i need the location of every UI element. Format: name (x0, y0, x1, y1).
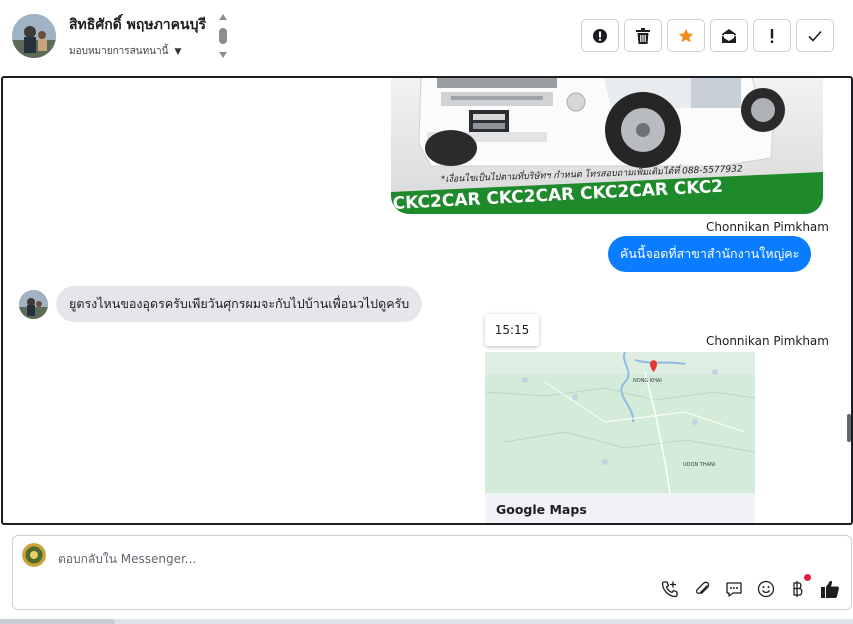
thread-toolbar (581, 19, 834, 52)
star-icon (678, 28, 694, 42)
baht-icon[interactable] (787, 574, 811, 600)
follow-up-button[interactable] (753, 19, 791, 52)
bottom-tab-strip (0, 619, 853, 624)
car-photo-attachment[interactable]: *เงื่อนไขเป็นไปตามที่บริษัทฯ กำหนด โทรสอ… (391, 78, 823, 214)
header-scroll-indicator[interactable] (217, 14, 229, 60)
assign-label: มอบหมายการสนทนานี้ (69, 46, 169, 57)
envelope-icon (721, 28, 737, 43)
location-map-card[interactable]: NONG KHAI UDON THANI Google Maps (485, 352, 755, 523)
mark-done-button[interactable] (796, 19, 834, 52)
scroll-up-icon[interactable] (219, 14, 227, 20)
map-thumbnail: NONG KHAI UDON THANI (485, 352, 755, 493)
trash-icon (636, 27, 650, 44)
emoji-icon[interactable] (755, 578, 777, 600)
map-city-label-2: UDON THANI (683, 462, 715, 468)
caret-down-icon: ▼ (174, 46, 182, 57)
scroll-down-icon[interactable] (219, 52, 227, 58)
outgoing-message-bubble[interactable]: คันนี้จอดที่สาขาสำนักงานใหญ่คะ (608, 236, 812, 272)
contact-avatar[interactable] (12, 14, 56, 58)
star-button[interactable] (667, 19, 705, 52)
scroll-thumb[interactable] (219, 28, 227, 44)
check-icon (808, 30, 822, 42)
reply-composer[interactable]: ตอบกลับใน Messenger... (12, 535, 852, 610)
alert-circle-icon (593, 28, 607, 43)
report-spam-button[interactable] (581, 19, 619, 52)
delete-button[interactable] (624, 19, 662, 52)
message-list-scrollbar[interactable] (845, 78, 851, 523)
map-city-label: NONG KHAI (633, 378, 662, 384)
message-list[interactable]: *เงื่อนไขเป็นไปตามที่บริษัทฯ กำหนด โทรสอ… (1, 76, 853, 525)
inbox-thread-view: สิทธิศักดิ์ พฤษภาคนบุรี มอบหมายการสนทนาน… (0, 0, 853, 624)
thumbs-up-icon[interactable] (819, 578, 841, 600)
thread-header: สิทธิศักดิ์ พฤษภาคนบุรี มอบหมายการสนทนาน… (0, 0, 853, 76)
bottom-tab[interactable] (0, 619, 115, 624)
notification-dot (804, 574, 811, 581)
mark-unread-button[interactable] (710, 19, 748, 52)
paperclip-icon[interactable] (691, 578, 713, 600)
timestamp-tooltip: 15:15 (485, 314, 539, 346)
sender-name: Chonnikan Pimkham (706, 220, 829, 234)
phone-add-icon[interactable] (659, 578, 681, 600)
contact-avatar-small[interactable] (19, 290, 48, 319)
page-avatar (22, 543, 46, 567)
exclamation-icon (770, 28, 774, 43)
assign-conversation-dropdown[interactable]: มอบหมายการสนทนานี้ ▼ (69, 44, 181, 59)
sender-name-2: Chonnikan Pimkham (706, 334, 829, 348)
chat-bubble-icon[interactable] (723, 578, 745, 600)
contact-name[interactable]: สิทธิศักดิ์ พฤษภาคนบุรี (69, 14, 206, 36)
incoming-message-bubble[interactable]: ยูตรงไหนของอุดรครับเพียวันศุกรผมจะกับไปบ… (56, 286, 423, 322)
message-list-scroll-thumb[interactable] (847, 414, 851, 442)
reply-input[interactable]: ตอบกลับใน Messenger... (58, 550, 196, 569)
composer-actions (659, 574, 841, 600)
map-caption[interactable]: Google Maps (496, 502, 587, 517)
